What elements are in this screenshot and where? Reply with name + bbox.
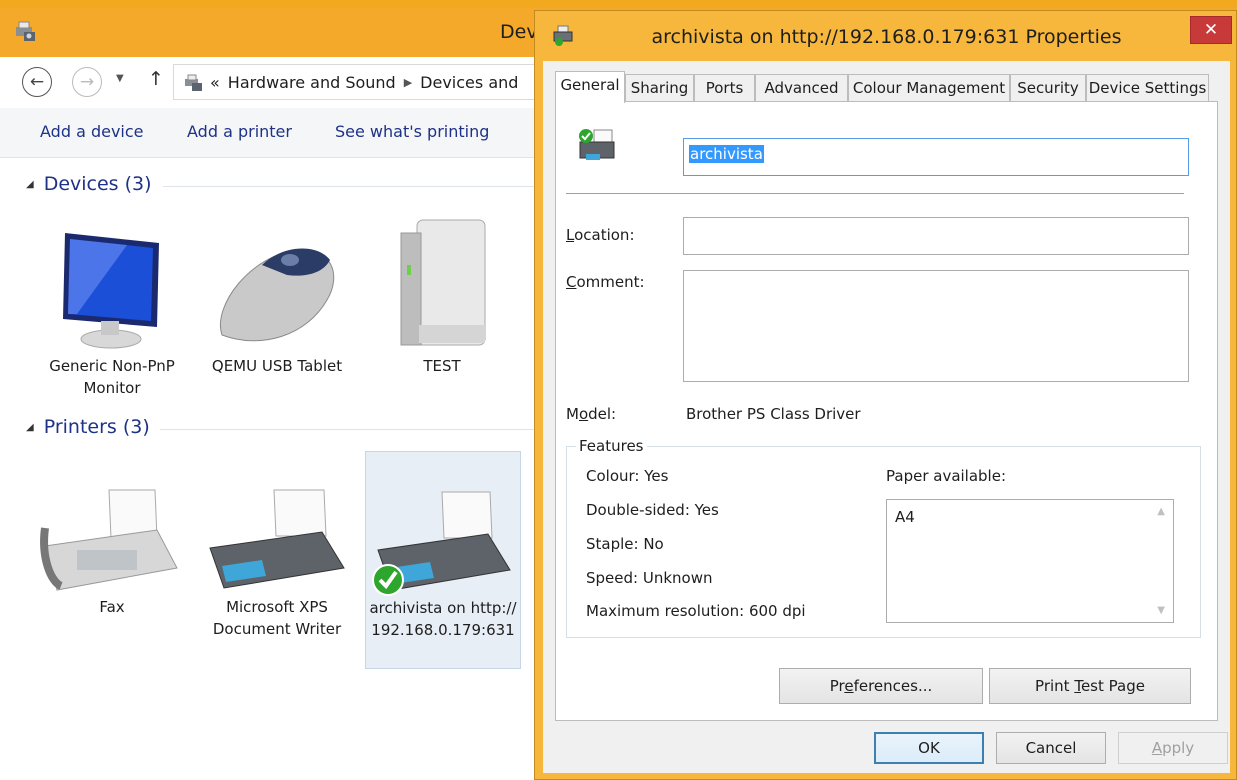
group-divider [160,429,540,430]
feature-staple: Staple: No [586,535,664,553]
printers-group-header[interactable]: ◢ Printers (3) [26,416,150,438]
tab-sharing[interactable]: Sharing [625,74,694,102]
printer-label: Fax [99,598,125,616]
device-label: QEMU USB Tablet [211,357,343,375]
feature-max-resolution: Maximum resolution: 600 dpi [586,602,806,620]
mouse-icon [202,215,352,355]
explorer-title: Dev [500,21,538,43]
paper-available-label: Paper available: [886,467,1007,485]
close-icon: ✕ [1203,20,1219,40]
monitor-icon [37,215,187,355]
chevron-right-icon[interactable]: ▶ [404,76,412,89]
devices-group-header[interactable]: ◢ Devices (3) [26,173,152,195]
see-whats-printing-button[interactable]: See what's printing [335,122,489,141]
comment-textarea[interactable] [683,270,1189,382]
preferences-button[interactable]: Preferences... [779,668,983,704]
devices-printers-icon [16,21,35,41]
paper-listbox[interactable]: A4 ▲ ▼ [886,499,1174,623]
dialog-title: archivista on http://192.168.0.179:631 P… [651,26,1122,48]
tab-security[interactable]: Security [1010,74,1086,102]
breadcrumb-overflow[interactable]: « [210,73,220,92]
print-test-page-button[interactable]: Print Test Page [989,668,1191,704]
device-item[interactable]: TEST [367,215,517,377]
printer-item[interactable]: Fax [37,458,187,618]
tab-device-settings[interactable]: Device Settings [1086,74,1209,102]
fax-icon [37,458,187,596]
address-bar[interactable]: « Hardware and Sound ▶ Devices and [173,64,573,100]
add-printer-button[interactable]: Add a printer [187,122,292,141]
tab-colour-management[interactable]: Colour Management [848,74,1010,102]
arrow-left-icon: ← [29,72,45,92]
feature-colour: Colour: Yes [586,467,669,485]
tab-ports[interactable]: Ports [694,74,755,102]
dialog-titlebar[interactable]: archivista on http://192.168.0.179:631 P… [535,11,1237,61]
collapse-triangle-icon[interactable]: ◢ [26,422,34,433]
features-legend: Features [576,437,647,455]
recent-locations-dropdown[interactable]: ▼ [116,73,124,84]
printer-default-icon [366,452,520,597]
breadcrumb-hardware-and-sound[interactable]: Hardware and Sound [228,73,396,92]
printer-icon [202,458,352,596]
tab-advanced[interactable]: Advanced [755,74,848,102]
devices-printers-icon [185,74,202,91]
apply-button[interactable]: Apply [1118,732,1228,764]
printer-item-selected[interactable]: archivista on http://192.168.0.179:631 [365,451,521,669]
group-divider [163,186,540,187]
device-label: Generic Non-PnP Monitor [49,357,175,397]
close-button[interactable]: ✕ [1190,16,1232,44]
arrow-right-icon: → [79,72,95,92]
printer-item[interactable]: Microsoft XPS Document Writer [202,458,352,640]
scroll-up-icon[interactable]: ▲ [1157,506,1165,517]
add-device-button[interactable]: Add a device [40,122,144,141]
forward-button[interactable]: → [72,67,102,97]
drive-icon [367,215,517,355]
printer-label: archivista on http://192.168.0.179:631 [369,599,517,639]
location-input[interactable] [683,217,1189,255]
printer-properties-dialog: archivista on http://192.168.0.179:631 P… [534,10,1237,780]
up-button[interactable]: ↑ [148,68,164,90]
back-button[interactable]: ← [22,67,52,97]
device-item[interactable]: QEMU USB Tablet [202,215,352,377]
printer-name-value: archivista [689,145,764,163]
device-item[interactable]: Generic Non-PnP Monitor [37,215,187,399]
devices-group-label: Devices (3) [43,173,152,195]
dialog-body: General Sharing Ports Advanced Colour Ma… [543,61,1230,773]
model-label: Model: [566,405,617,423]
cancel-button[interactable]: Cancel [996,732,1106,764]
printers-group-label: Printers (3) [43,416,150,438]
address-row: ← → ▼ ↑ « Hardware and Sound ▶ Devices a… [8,57,573,107]
printer-name-input[interactable]: archivista [683,138,1189,176]
printer-default-icon [579,129,615,160]
collapse-triangle-icon[interactable]: ◢ [26,179,34,190]
feature-speed: Speed: Unknown [586,569,713,587]
tab-general[interactable]: General [555,71,625,103]
location-label: Location: [566,226,635,244]
comment-label: Comment: [566,273,645,291]
breadcrumb-devices-and-printers[interactable]: Devices and [420,73,518,92]
general-tab-panel: archivista Location: Comment: Model: Bro… [555,101,1218,721]
command-bar: Add a device Add a printer See what's pr… [0,108,540,158]
ok-button[interactable]: OK [874,732,984,764]
separator [566,193,1184,194]
scroll-down-icon[interactable]: ▼ [1157,605,1165,616]
feature-double-sided: Double-sided: Yes [586,501,719,519]
device-label: TEST [423,357,461,375]
printer-label: Microsoft XPS Document Writer [212,598,342,638]
model-value: Brother PS Class Driver [686,405,861,423]
list-item[interactable]: A4 [895,508,915,526]
